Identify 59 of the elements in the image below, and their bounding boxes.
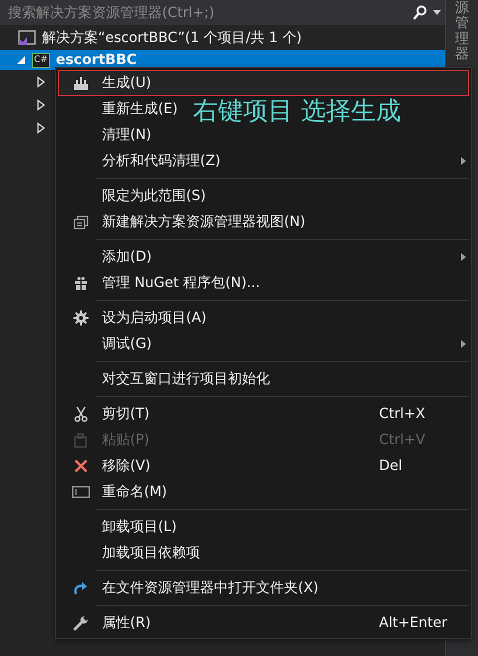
gift-icon bbox=[72, 275, 88, 291]
menu-item-label: 卸载项目(L) bbox=[102, 518, 177, 536]
csharp-project-icon: C# bbox=[32, 52, 50, 68]
expander-icon[interactable] bbox=[36, 98, 46, 110]
menu-item-label: 移除(V) bbox=[102, 457, 151, 475]
menu-item-label: 重命名(M) bbox=[102, 483, 168, 501]
settings-icon bbox=[72, 310, 88, 326]
menu-item[interactable]: 加载项目依赖项 bbox=[58, 540, 469, 566]
shortcut-label: Ctrl+X bbox=[379, 406, 426, 422]
paste-icon bbox=[72, 432, 88, 448]
solution-icon bbox=[18, 30, 36, 46]
rename-icon bbox=[72, 486, 90, 498]
menu-item-label: 管理 NuGet 程序包(N)... bbox=[102, 274, 260, 292]
menu-item-label: 限定为此范围(S) bbox=[102, 187, 206, 205]
shortcut-label: Del bbox=[379, 458, 402, 474]
shortcut-label: Ctrl+V bbox=[379, 432, 426, 448]
menu-item-label: 设为启动项目(A) bbox=[102, 309, 207, 327]
menu-item-label: 对交互窗口进行项目初始化 bbox=[102, 370, 270, 388]
menu-item[interactable]: 生成(U) bbox=[58, 70, 469, 96]
menu-item-label: 属性(R) bbox=[102, 614, 151, 632]
menu-item[interactable]: 管理 NuGet 程序包(N)... bbox=[58, 270, 469, 296]
menu-item-label: 清理(N) bbox=[102, 126, 152, 144]
menu-item-label: 添加(D) bbox=[102, 248, 152, 266]
expander-icon[interactable] bbox=[36, 76, 46, 88]
menu-item[interactable]: 在文件资源管理器中打开文件夹(X) bbox=[58, 575, 469, 601]
wrench-icon bbox=[72, 615, 88, 631]
menu-item-label: 新建解决方案资源管理器视图(N) bbox=[102, 213, 306, 231]
search-icon[interactable] bbox=[413, 5, 427, 20]
menu-item[interactable]: 剪切(T) Ctrl+X bbox=[58, 401, 469, 427]
close-icon bbox=[72, 458, 88, 474]
search-box[interactable]: 搜索解决方案资源管理器(Ctrl+;) bbox=[0, 0, 445, 25]
menu-item-label: 粘贴(P) bbox=[102, 431, 150, 449]
scissors-icon bbox=[72, 406, 88, 422]
menu-item-label: 生成(U) bbox=[102, 74, 152, 92]
menu-item[interactable]: 分析和代码清理(Z) bbox=[58, 148, 469, 174]
menu-item-label: 剪切(T) bbox=[102, 405, 150, 423]
window-view-icon bbox=[72, 214, 88, 230]
expander-icon[interactable] bbox=[36, 122, 46, 134]
menu-item[interactable]: 属性(R) Alt+Enter bbox=[58, 610, 469, 636]
build-icon bbox=[72, 75, 88, 91]
search-field[interactable]: 搜索解决方案资源管理器(Ctrl+;) bbox=[8, 4, 413, 20]
project-label: escortBBC bbox=[56, 52, 137, 68]
redo-arrow-icon bbox=[72, 580, 88, 596]
menu-item[interactable]: 限定为此范围(S) bbox=[58, 183, 469, 209]
menu-item[interactable]: 新建解决方案资源管理器视图(N) bbox=[58, 209, 469, 235]
menu-item-label: 调试(G) bbox=[102, 335, 152, 353]
menu-item[interactable]: 调试(G) bbox=[58, 331, 469, 357]
shortcut-label: Alt+Enter bbox=[379, 615, 448, 631]
menu-item[interactable]: 卸载项目(L) bbox=[58, 514, 469, 540]
menu-item[interactable]: 重命名(M) bbox=[58, 479, 469, 505]
menu-item[interactable]: 移除(V) Del bbox=[58, 453, 469, 479]
menu-item-label: 加载项目依赖项 bbox=[102, 544, 200, 562]
menu-item[interactable]: 对交互窗口进行项目初始化 bbox=[58, 366, 469, 392]
menu-item[interactable]: 添加(D) bbox=[58, 244, 469, 270]
menu-item-label: 在文件资源管理器中打开文件夹(X) bbox=[102, 579, 319, 597]
menu-item[interactable]: 设为启动项目(A) bbox=[58, 305, 469, 331]
solution-label[interactable]: 解决方案“escortBBC”(1 个项目/共 1 个) bbox=[42, 29, 302, 47]
dropdown-caret-icon[interactable] bbox=[433, 10, 441, 15]
menu-item-label: 分析和代码清理(Z) bbox=[102, 152, 221, 170]
